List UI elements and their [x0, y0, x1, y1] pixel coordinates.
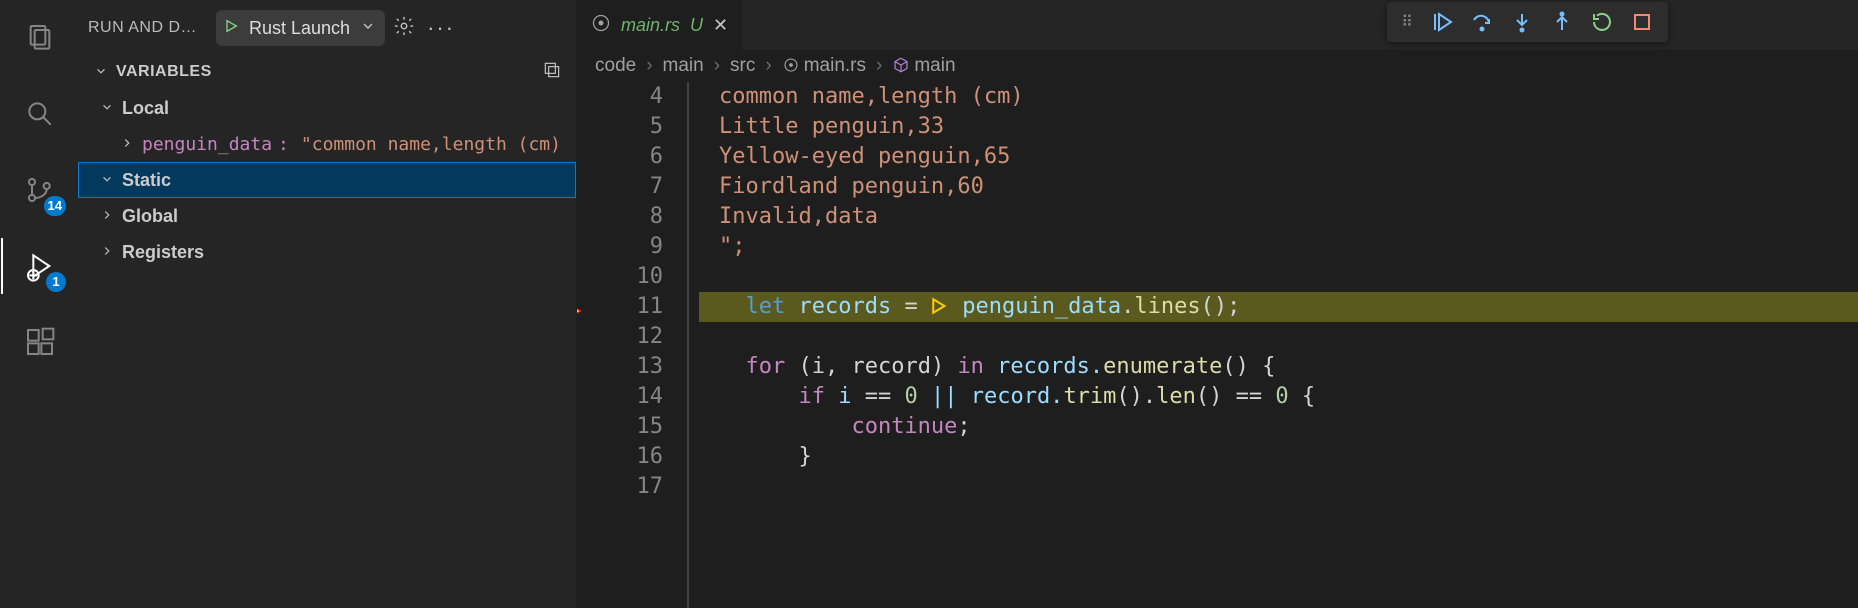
scope-label: Global [122, 206, 178, 227]
activity-bar: 14 1 [0, 0, 78, 608]
debug-toolbar[interactable]: ⠿ [1387, 2, 1668, 42]
continue-button[interactable] [1430, 10, 1454, 34]
chevron-right-icon: › [714, 55, 720, 77]
search-icon[interactable] [16, 90, 64, 138]
scope-label: Local [122, 98, 169, 119]
variable-row[interactable]: penguin_data: "common name,length (cm) [78, 126, 576, 162]
breadcrumb-item[interactable]: src [730, 55, 755, 77]
breadcrumb-item[interactable]: code [595, 55, 636, 77]
scope-label: Static [122, 170, 171, 191]
chevron-down-icon [98, 100, 116, 117]
symbol-package-icon [892, 55, 914, 76]
section-title: VARIABLES [116, 63, 212, 81]
breakpoint-current-icon[interactable] [577, 298, 585, 314]
explorer-icon[interactable] [16, 14, 64, 62]
step-into-button[interactable] [1510, 10, 1534, 34]
tab-filename: main.rs [621, 15, 680, 36]
sidebar-header: RUN AND D… Rust Launch ··· [78, 0, 576, 56]
chevron-right-icon: › [646, 55, 652, 77]
tab-git-status: U [690, 15, 703, 36]
editor-area: main.rs U ✕ code › main › src › main.rs … [577, 0, 1858, 608]
launch-config-name: Rust Launch [249, 18, 350, 39]
variable-value: "common name,length (cm) [295, 134, 561, 155]
scm-badge: 14 [44, 196, 66, 216]
play-icon [223, 18, 239, 39]
code-editor[interactable]: 4 5 6 7 8 9 10 11 12 13 14 15 16 17 comm… [577, 82, 1858, 608]
drag-handle-icon[interactable]: ⠿ [1401, 12, 1414, 32]
scope-label: Registers [122, 242, 204, 263]
scope-static[interactable]: Static [78, 162, 576, 198]
chevron-right-icon: › [876, 55, 882, 77]
variables-tree: Local penguin_data: "common name,length … [78, 88, 576, 272]
breadcrumb-item[interactable]: main [892, 55, 955, 77]
chevron-down-icon [360, 18, 376, 39]
panel-title: RUN AND D… [88, 19, 208, 37]
chevron-right-icon [98, 208, 116, 225]
variable-name: penguin_data [142, 134, 272, 155]
rust-file-icon [782, 55, 804, 76]
restart-button[interactable] [1590, 10, 1614, 34]
collapse-all-icon[interactable] [542, 60, 562, 85]
gear-icon[interactable] [393, 15, 415, 42]
variables-section-header[interactable]: VARIABLES [78, 56, 576, 88]
scope-global[interactable]: Global [78, 198, 576, 234]
rust-file-icon [591, 13, 611, 38]
launch-config-dropdown[interactable]: Rust Launch [216, 10, 385, 46]
chevron-down-icon [98, 172, 116, 189]
extensions-icon[interactable] [16, 318, 64, 366]
more-icon[interactable]: ··· [427, 17, 449, 39]
scope-local[interactable]: Local [78, 90, 576, 126]
run-debug-icon[interactable]: 1 [16, 242, 64, 290]
debug-sidebar: RUN AND D… Rust Launch ··· VARIABLES [78, 0, 577, 608]
chevron-down-icon [92, 64, 110, 81]
code-content[interactable]: common name,length (cm) Little penguin,3… [689, 82, 1858, 608]
chevron-right-icon [118, 136, 136, 153]
chevron-right-icon [98, 244, 116, 261]
breadcrumb[interactable]: code › main › src › main.rs › main [577, 50, 1858, 82]
step-over-button[interactable] [1470, 10, 1494, 34]
chevron-right-icon: › [765, 55, 771, 77]
debug-badge: 1 [46, 272, 66, 292]
breadcrumb-item[interactable]: main.rs [782, 55, 866, 77]
stop-button[interactable] [1630, 10, 1654, 34]
close-icon[interactable]: ✕ [713, 15, 728, 36]
scope-registers[interactable]: Registers [78, 234, 576, 270]
current-execution-line: let records = penguin_data.lines(); [699, 292, 1858, 322]
breadcrumb-item[interactable]: main [663, 55, 704, 77]
tab-main-rs[interactable]: main.rs U ✕ [577, 0, 743, 50]
step-out-button[interactable] [1550, 10, 1574, 34]
line-gutter: 4 5 6 7 8 9 10 11 12 13 14 15 16 17 [577, 82, 687, 608]
source-control-icon[interactable]: 14 [16, 166, 64, 214]
execution-pointer-icon [931, 294, 949, 319]
